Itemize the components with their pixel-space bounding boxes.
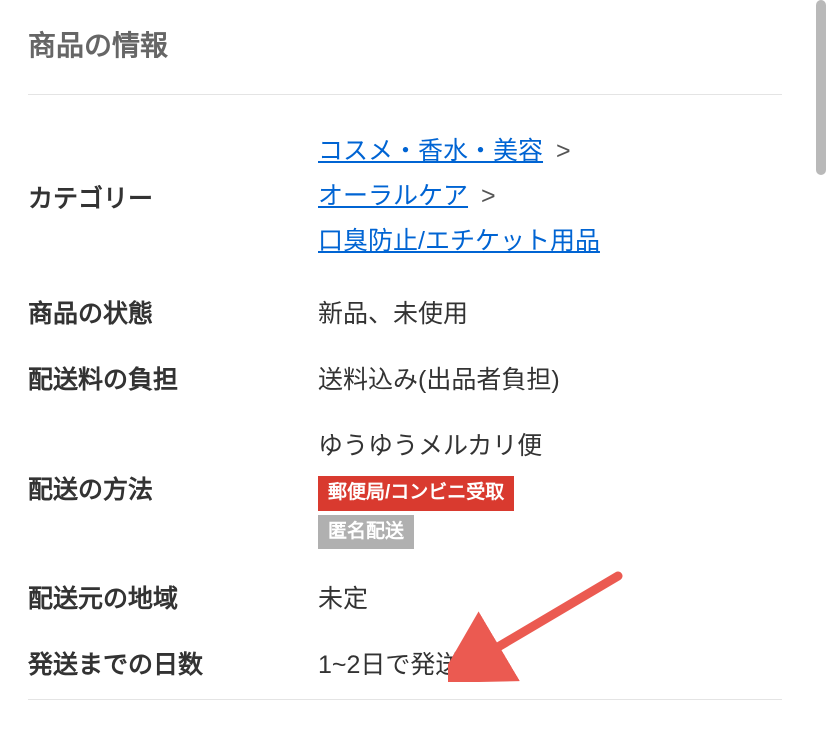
label-category: カテゴリー xyxy=(28,179,318,215)
value-category: コスメ・香水・美容 > オーラルケア > 口臭防止/エチケット用品 xyxy=(318,129,782,264)
divider xyxy=(28,699,782,700)
category-crumb-1[interactable]: コスメ・香水・美容 xyxy=(318,137,543,165)
value-shipping-method: ゆうゆうメルカリ便 郵便局/コンビニ受取 匿名配送 xyxy=(318,426,782,549)
breadcrumb-separator: > xyxy=(481,182,496,210)
divider xyxy=(28,94,782,95)
badge-post-convenience: 郵便局/コンビニ受取 xyxy=(318,476,514,511)
category-crumb-2[interactable]: オーラルケア xyxy=(318,182,468,210)
category-crumb-3[interactable]: 口臭防止/エチケット用品 xyxy=(318,227,600,255)
label-shipping-fee: 配送料の負担 xyxy=(28,360,318,396)
scrollbar-thumb[interactable] xyxy=(816,0,826,175)
label-shipping-method: 配送の方法 xyxy=(28,470,318,506)
section-title: 商品の情報 xyxy=(28,24,782,64)
label-ship-days: 発送までの日数 xyxy=(28,645,318,681)
value-shipping-fee: 送料込み(出品者負担) xyxy=(318,360,782,396)
row-category: カテゴリー コスメ・香水・美容 > オーラルケア > 口臭防止/エチケット用品 xyxy=(28,129,782,264)
row-shipping-method: 配送の方法 ゆうゆうメルカリ便 郵便局/コンビニ受取 匿名配送 xyxy=(28,426,782,549)
value-ship-days: 1~2日で発送 xyxy=(318,645,782,681)
row-ship-from: 配送元の地域 未定 xyxy=(28,579,782,615)
value-condition: 新品、未使用 xyxy=(318,294,782,330)
label-condition: 商品の状態 xyxy=(28,294,318,330)
breadcrumb-separator: > xyxy=(556,137,571,165)
row-shipping-fee: 配送料の負担 送料込み(出品者負担) xyxy=(28,360,782,396)
shipping-method-name: ゆうゆうメルカリ便 xyxy=(318,426,782,462)
value-ship-from: 未定 xyxy=(318,579,782,615)
product-info-panel: 商品の情報 カテゴリー コスメ・香水・美容 > オーラルケア > 口臭防止/エチ… xyxy=(0,0,810,724)
row-ship-days: 発送までの日数 1~2日で発送 xyxy=(28,645,782,681)
badge-anonymous: 匿名配送 xyxy=(318,515,414,550)
row-condition: 商品の状態 新品、未使用 xyxy=(28,294,782,330)
label-ship-from: 配送元の地域 xyxy=(28,579,318,615)
